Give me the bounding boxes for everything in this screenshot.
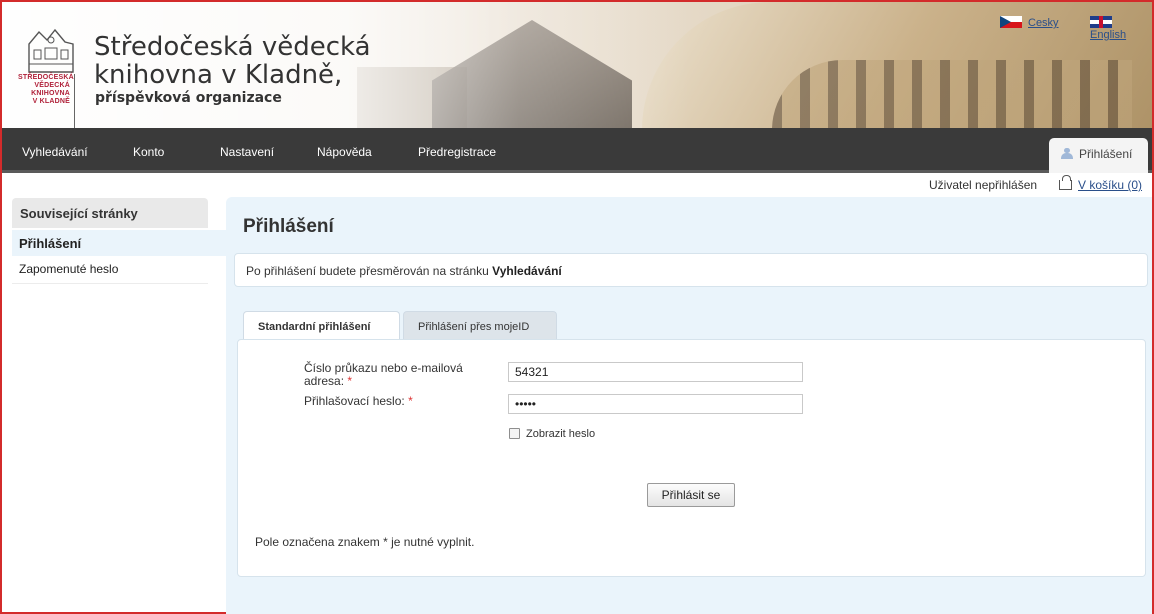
logo-line: V KLADNĚ	[32, 98, 70, 105]
basket-icon	[1059, 175, 1072, 190]
nav-item-settings[interactable]: Nastavení	[220, 145, 274, 159]
sidebar-heading: Související stránky	[12, 198, 208, 228]
user-icon	[1061, 148, 1073, 159]
nav-item-preregistration[interactable]: Předregistrace	[418, 145, 496, 159]
logo-line: STŘEDOČESKÁ	[18, 74, 74, 81]
tab-mojeid-login[interactable]: Přihlášení přes mojeID	[403, 311, 557, 340]
site-title-line-2: knihovna v Kladně,	[94, 60, 343, 90]
site-header: STŘEDOČESKÁ VĚDECKÁ KNIHOVNA V KLADNĚ St…	[2, 0, 1152, 128]
card-id-label: Číslo průkazu nebo e-mailová adresa: *	[304, 362, 463, 388]
basket-link[interactable]: V košíku (0)	[1059, 175, 1143, 192]
notice-target: Vyhledávání	[492, 264, 562, 278]
card-id-input[interactable]	[508, 362, 803, 382]
basket-label: V košíku (0)	[1078, 178, 1143, 192]
site-subtitle: příspěvková organizace	[95, 90, 282, 106]
sidebar-item-forgotten-password[interactable]: Zapomenuté heslo	[12, 256, 208, 284]
required-mark: *	[347, 374, 353, 388]
logo-line: KNIHOVNA	[31, 90, 70, 97]
library-building-icon	[28, 28, 74, 73]
password-label: Přihlašovací heslo: *	[304, 394, 413, 408]
show-password-label: Zobrazit heslo	[526, 428, 596, 440]
login-form: Číslo průkazu nebo e-mailová adresa: * P…	[237, 339, 1146, 577]
site-title-line-1: Středočeská vědecká	[94, 32, 371, 62]
required-mark: *	[408, 394, 413, 408]
nav-login-label: Přihlášení	[1079, 147, 1133, 161]
nav-item-account[interactable]: Konto	[133, 145, 164, 159]
nav-login-tab[interactable]: Přihlášení	[1049, 138, 1148, 173]
logo-divider	[74, 74, 75, 128]
nav-item-search[interactable]: Vyhledávání	[22, 145, 88, 159]
tab-standard-login[interactable]: Standardní přihlášení	[243, 311, 400, 341]
nav-item-help[interactable]: Nápověda	[317, 145, 372, 159]
page-title: Přihlášení	[243, 216, 334, 237]
sidebar: Související stránky Přihlášení Zapomenut…	[12, 198, 230, 288]
login-button[interactable]: Přihlásit se	[647, 483, 735, 507]
library-logo-icon[interactable]: STŘEDOČESKÁ VĚDECKÁ KNIHOVNA V KLADNĚ	[18, 16, 84, 128]
uk-flag-icon	[1090, 16, 1112, 28]
user-status-bar: Uživatel nepřihlášen V košíku (0)	[2, 173, 1152, 197]
czech-flag-icon	[1000, 16, 1022, 28]
user-status: Uživatel nepřihlášen	[929, 178, 1038, 192]
language-link-english[interactable]: English	[1090, 16, 1152, 41]
logo-text: STŘEDOČESKÁ VĚDECKÁ KNIHOVNA V KLADNĚ	[18, 74, 74, 106]
show-password-option[interactable]: Zobrazit heslo	[509, 428, 595, 440]
required-fields-note: Pole označena znakem * je nutné vyplnit.	[255, 535, 475, 549]
language-link-czech[interactable]: Cesky	[1000, 16, 1059, 29]
notice-text: Po přihlášení budete přesměrován na strá…	[246, 264, 489, 278]
card-id-label-line-2: adresa: *	[304, 374, 353, 388]
language-label: English	[1090, 29, 1127, 41]
redirect-notice: Po přihlášení budete přesměrován na strá…	[234, 253, 1148, 287]
main-navigation: Vyhledávání Konto Nastavení Nápověda Pře…	[2, 128, 1152, 173]
password-input[interactable]	[508, 394, 803, 414]
language-label: Cesky	[1028, 17, 1059, 29]
show-password-checkbox[interactable]	[509, 428, 520, 439]
logo-line: VĚDECKÁ	[34, 82, 70, 89]
main-content: Přihlášení Po přihlášení budete přesměro…	[226, 197, 1152, 614]
sidebar-item-login[interactable]: Přihlášení	[12, 230, 230, 256]
